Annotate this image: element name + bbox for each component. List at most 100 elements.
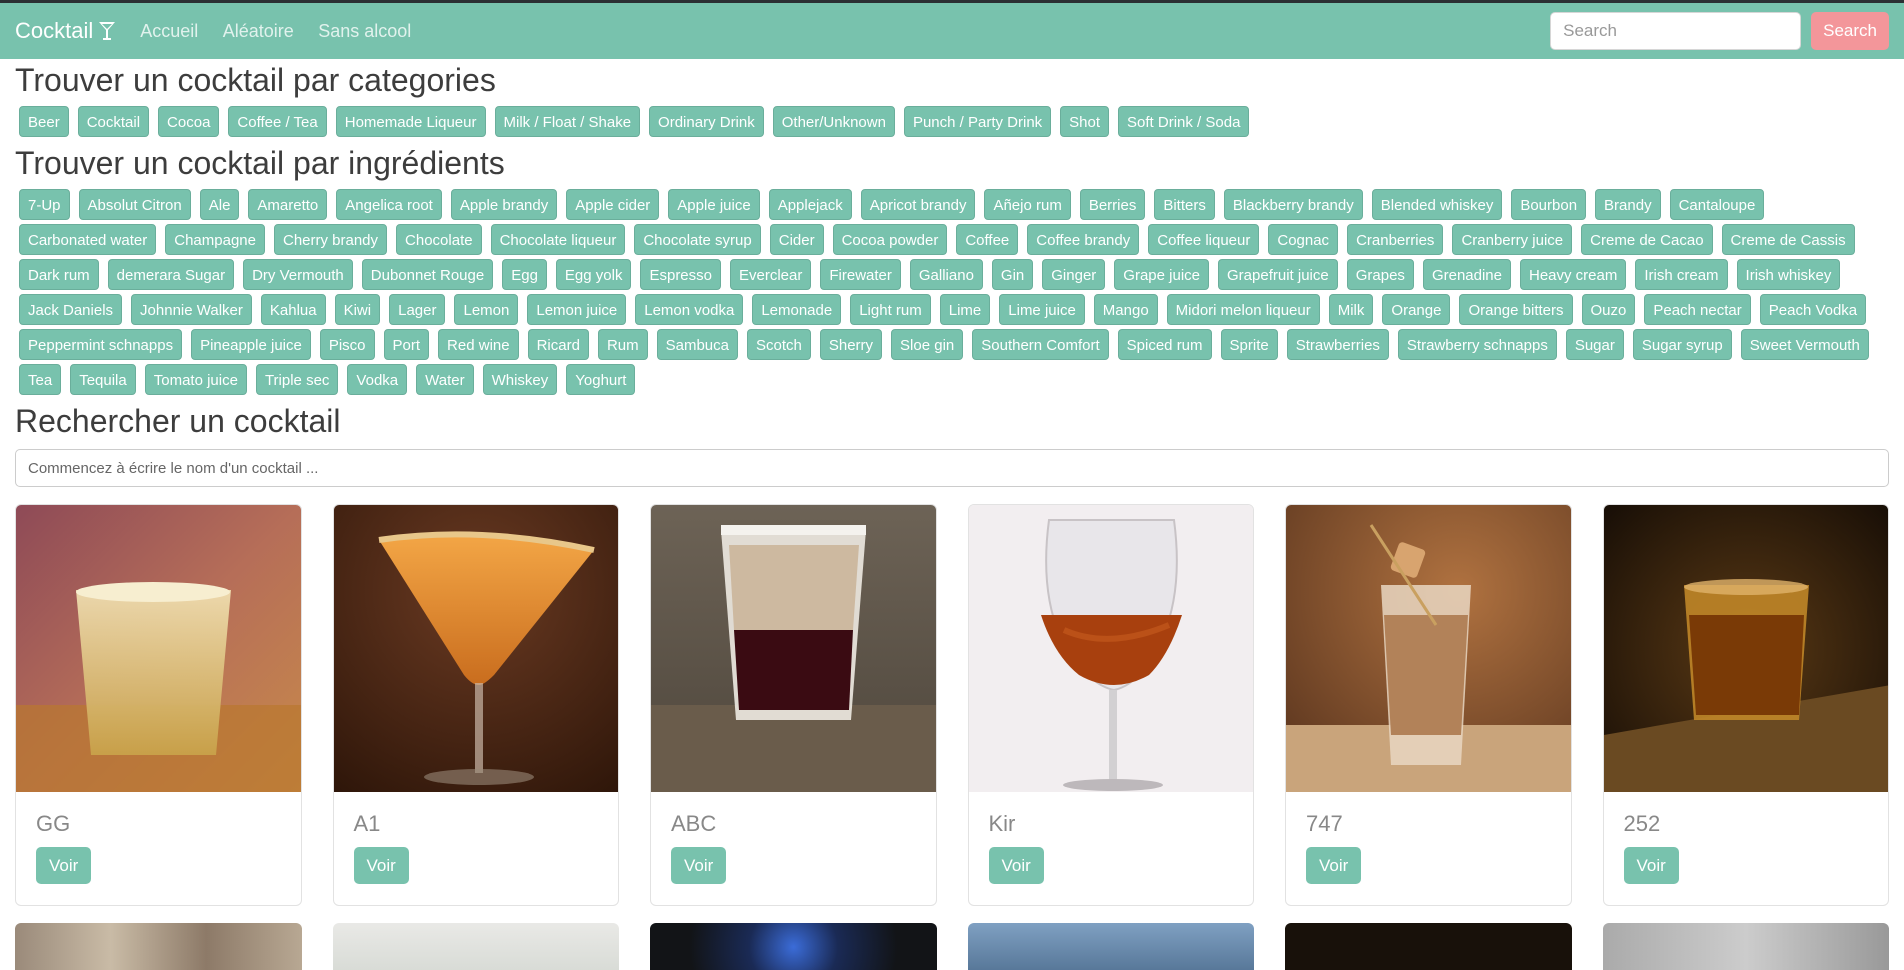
ingredient-tag[interactable]: Coffee liqueur xyxy=(1148,224,1260,255)
ingredient-tag[interactable]: Carbonated water xyxy=(19,224,157,255)
ingredient-tag[interactable]: Firewater xyxy=(820,259,901,290)
ingredient-tag[interactable]: Pisco xyxy=(319,329,375,360)
ingredient-tag[interactable]: Coffee brandy xyxy=(1027,224,1140,255)
nav-link-sans-alcool[interactable]: Sans alcool xyxy=(318,21,411,41)
ingredient-tag[interactable]: Spiced rum xyxy=(1117,329,1212,360)
ingredient-tag[interactable]: Sloe gin xyxy=(891,329,964,360)
ingredient-tag[interactable]: Cranberries xyxy=(1347,224,1444,255)
cocktail-image-partial[interactable] xyxy=(650,923,937,970)
ingredient-tag[interactable]: Chocolate xyxy=(396,224,482,255)
ingredient-tag[interactable]: Orange bitters xyxy=(1459,294,1573,325)
nav-search-button[interactable]: Search xyxy=(1811,12,1889,50)
ingredient-tag[interactable]: Cognac xyxy=(1268,224,1339,255)
cocktail-image[interactable] xyxy=(1603,505,1889,792)
voir-button[interactable]: Voir xyxy=(1306,847,1362,884)
ingredient-tag[interactable]: Creme de Cacao xyxy=(1581,224,1713,255)
ingredient-tag[interactable]: Cherry brandy xyxy=(273,224,388,255)
cocktail-image-partial[interactable] xyxy=(1285,923,1572,970)
ingredient-tag[interactable]: Orange xyxy=(1382,294,1451,325)
ingredient-tag[interactable]: Coffee xyxy=(956,224,1019,255)
ingredient-tag[interactable]: Galliano xyxy=(909,259,983,290)
ingredient-tag[interactable]: Apple cider xyxy=(566,189,660,220)
ingredient-tag[interactable]: Rum xyxy=(597,329,648,360)
ingredient-tag[interactable]: Lime juice xyxy=(999,294,1085,325)
ingredient-tag[interactable]: demerara Sugar xyxy=(107,259,235,290)
cocktail-image[interactable] xyxy=(1286,505,1571,792)
ingredient-tag[interactable]: Champagne xyxy=(165,224,265,255)
ingredient-tag[interactable]: Strawberry schnapps xyxy=(1397,329,1557,360)
ingredient-tag[interactable]: Lager xyxy=(389,294,446,325)
ingredient-tag[interactable]: Absolut Citron xyxy=(78,189,191,220)
ingredient-tag[interactable]: Grapes xyxy=(1346,259,1414,290)
ingredient-tag[interactable]: Grape juice xyxy=(1114,259,1210,290)
ingredient-tag[interactable]: Berries xyxy=(1079,189,1146,220)
ingredient-tag[interactable]: Kiwi xyxy=(334,294,381,325)
ingredient-tag[interactable]: Gin xyxy=(991,259,1034,290)
ingredient-tag[interactable]: Cranberry juice xyxy=(1452,224,1573,255)
ingredient-tag[interactable]: Cantaloupe xyxy=(1669,189,1765,220)
ingredient-tag[interactable]: Irish whiskey xyxy=(1736,259,1841,290)
category-tag[interactable]: Coffee / Tea xyxy=(228,106,327,137)
ingredient-tag[interactable]: Angelica root xyxy=(336,189,442,220)
ingredient-tag[interactable]: Tequila xyxy=(70,364,136,395)
category-tag[interactable]: Cocktail xyxy=(77,106,150,137)
ingredient-tag[interactable]: Chocolate liqueur xyxy=(490,224,626,255)
category-tag[interactable]: Shot xyxy=(1060,106,1110,137)
ingredient-tag[interactable]: Egg xyxy=(502,259,547,290)
ingredient-tag[interactable]: Red wine xyxy=(438,329,519,360)
ingredient-tag[interactable]: Apricot brandy xyxy=(860,189,976,220)
ingredient-tag[interactable]: Dark rum xyxy=(19,259,99,290)
category-tag[interactable]: Beer xyxy=(19,106,69,137)
ingredient-tag[interactable]: Tea xyxy=(19,364,62,395)
nav-link-accueil[interactable]: Accueil xyxy=(140,21,198,41)
ingredient-tag[interactable]: Cocoa powder xyxy=(832,224,948,255)
cocktail-image[interactable] xyxy=(16,505,301,792)
ingredient-tag[interactable]: Scotch xyxy=(747,329,811,360)
voir-button[interactable]: Voir xyxy=(988,847,1044,884)
ingredient-tag[interactable]: Blended whiskey xyxy=(1371,189,1503,220)
ingredient-tag[interactable]: Cider xyxy=(769,224,824,255)
ingredient-tag[interactable]: Lemonade xyxy=(752,294,842,325)
ingredient-tag[interactable]: Everclear xyxy=(730,259,812,290)
ingredient-tag[interactable]: Sprite xyxy=(1220,329,1278,360)
ingredient-tag[interactable]: Strawberries xyxy=(1286,329,1389,360)
category-tag[interactable]: Punch / Party Drink xyxy=(903,106,1052,137)
ingredient-tag[interactable]: Ouzo xyxy=(1581,294,1636,325)
ingredient-tag[interactable]: Dubonnet Rouge xyxy=(361,259,494,290)
category-tag[interactable]: Homemade Liqueur xyxy=(335,106,486,137)
ingredient-tag[interactable]: Bitters xyxy=(1154,189,1215,220)
ingredient-tag[interactable]: Blackberry brandy xyxy=(1223,189,1363,220)
brand[interactable]: Cocktail xyxy=(15,18,116,44)
category-tag[interactable]: Milk / Float / Shake xyxy=(494,106,641,137)
cocktail-image[interactable] xyxy=(333,505,619,792)
voir-button[interactable]: Voir xyxy=(671,847,727,884)
ingredient-tag[interactable]: Peppermint schnapps xyxy=(19,329,183,360)
ingredient-tag[interactable]: 7-Up xyxy=(19,189,70,220)
category-tag[interactable]: Cocoa xyxy=(158,106,220,137)
ingredient-tag[interactable]: Lime xyxy=(939,294,991,325)
voir-button[interactable]: Voir xyxy=(1623,847,1679,884)
ingredient-tag[interactable]: Ale xyxy=(199,189,240,220)
ingredient-tag[interactable]: Whiskey xyxy=(482,364,558,395)
ingredient-tag[interactable]: Apple juice xyxy=(668,189,760,220)
nav-search-input[interactable] xyxy=(1550,12,1802,50)
category-tag[interactable]: Ordinary Drink xyxy=(649,106,764,137)
cocktail-image-partial[interactable] xyxy=(332,923,619,970)
cocktail-image[interactable] xyxy=(968,505,1254,792)
cocktail-search-input[interactable] xyxy=(15,449,1889,487)
ingredient-tag[interactable]: Milk xyxy=(1328,294,1374,325)
ingredient-tag[interactable]: Brandy xyxy=(1595,189,1661,220)
voir-button[interactable]: Voir xyxy=(36,847,92,884)
voir-button[interactable]: Voir xyxy=(353,847,409,884)
ingredient-tag[interactable]: Tomato juice xyxy=(144,364,247,395)
ingredient-tag[interactable]: Heavy cream xyxy=(1520,259,1627,290)
ingredient-tag[interactable]: Peach nectar xyxy=(1644,294,1751,325)
ingredient-tag[interactable]: Mango xyxy=(1093,294,1158,325)
ingredient-tag[interactable]: Sambuca xyxy=(656,329,738,360)
ingredient-tag[interactable]: Yoghurt xyxy=(566,364,636,395)
ingredient-tag[interactable]: Applejack xyxy=(768,189,852,220)
ingredient-tag[interactable]: Lemon juice xyxy=(527,294,627,325)
ingredient-tag[interactable]: Espresso xyxy=(640,259,721,290)
ingredient-tag[interactable]: Lemon vodka xyxy=(635,294,744,325)
ingredient-tag[interactable]: Apple brandy xyxy=(450,189,558,220)
